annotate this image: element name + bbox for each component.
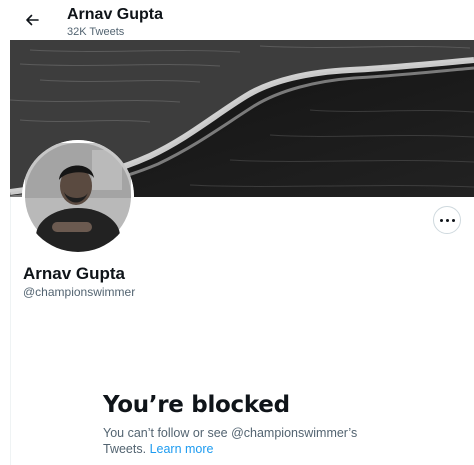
avatar[interactable] bbox=[22, 140, 134, 252]
more-horizontal-icon bbox=[439, 218, 443, 222]
back-button[interactable] bbox=[20, 8, 44, 32]
profile-handle: @championswimmer bbox=[23, 285, 136, 299]
more-button[interactable] bbox=[433, 206, 461, 234]
blocked-message-text: You can’t follow or see @championswimmer… bbox=[103, 426, 358, 456]
blocked-message: You can’t follow or see @championswimmer… bbox=[103, 425, 403, 457]
display-name: Arnav Gupta bbox=[23, 264, 126, 283]
blocked-title: You’re blocked bbox=[103, 392, 290, 418]
header-title: Arnav Gupta bbox=[67, 6, 164, 23]
arrow-left-icon bbox=[26, 14, 39, 26]
avatar-image bbox=[22, 140, 134, 252]
profile-header: Arnav Gupta 32K Tweets bbox=[0, 0, 474, 40]
learn-more-link[interactable]: Learn more bbox=[150, 442, 214, 456]
tweet-count: 32K Tweets bbox=[67, 26, 125, 38]
